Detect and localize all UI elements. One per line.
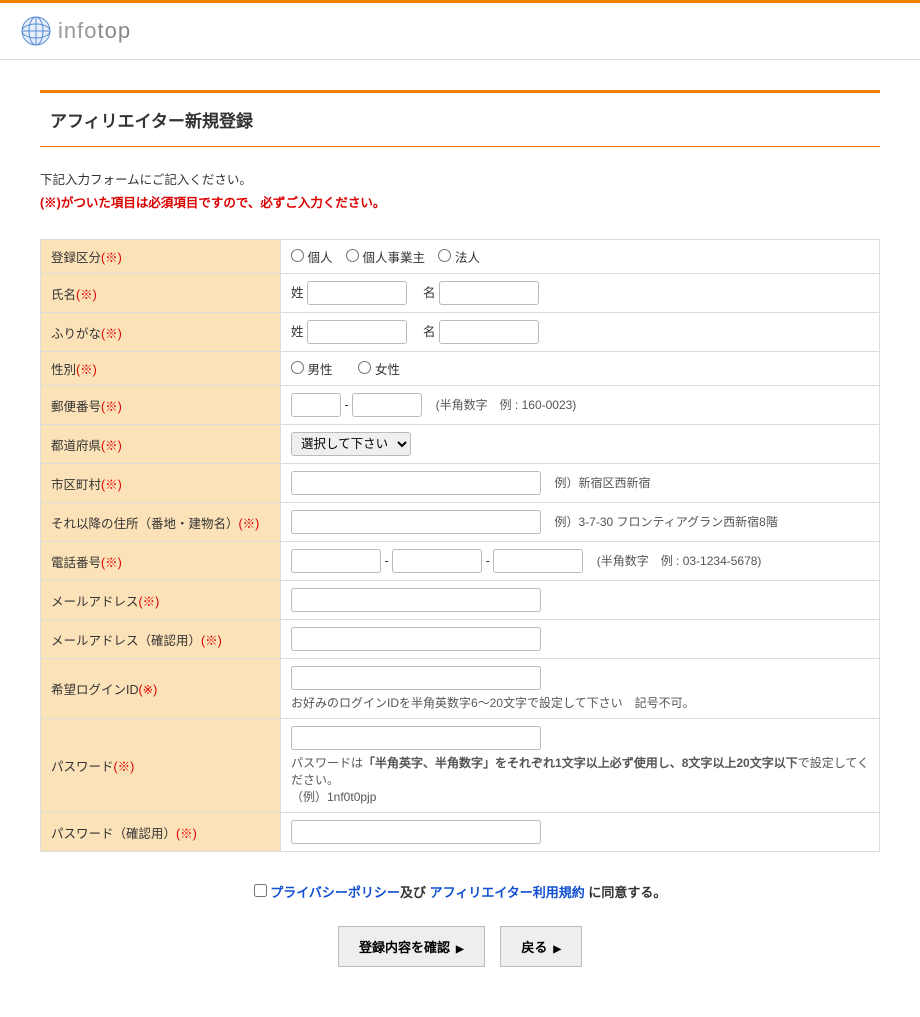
label-login-id: 希望ログインID(※): [41, 659, 281, 719]
globe-icon: [20, 15, 52, 47]
radio-sole-proprietor[interactable]: 個人事業主: [346, 251, 425, 265]
header: infotop: [0, 3, 920, 60]
label-furigana: ふりがな(※): [41, 313, 281, 352]
confirm-button[interactable]: 登録内容を確認▶: [338, 926, 485, 967]
radio-corporation[interactable]: 法人: [438, 251, 480, 265]
label-gender: 性別(※): [41, 352, 281, 386]
label-category: 登録区分(※): [41, 240, 281, 274]
lastname-kana-input[interactable]: [307, 320, 407, 344]
label-email: メールアドレス(※): [41, 581, 281, 620]
address-input[interactable]: [291, 510, 541, 534]
password-hint: パスワードは「半角英字、半角数字」をそれぞれ1文字以上必ず使用し、8文字以上20…: [291, 754, 869, 805]
label-postal: 郵便番号(※): [41, 386, 281, 425]
phone2-input[interactable]: [392, 549, 482, 573]
label-name: 氏名(※): [41, 274, 281, 313]
chevron-right-icon: ▶: [456, 944, 464, 955]
label-city: 市区町村(※): [41, 464, 281, 503]
chevron-right-icon: ▶: [553, 944, 561, 955]
password-input[interactable]: [291, 726, 541, 750]
phone3-input[interactable]: [493, 549, 583, 573]
privacy-policy-link[interactable]: プライバシーポリシー: [270, 885, 400, 900]
phone1-input[interactable]: [291, 549, 381, 573]
agreement-checkbox[interactable]: [254, 884, 267, 897]
address-hint: 例）3-7-30 フロンティアグラン西新宿8階: [554, 515, 777, 529]
intro-text: 下記入力フォームにご記入ください。: [40, 169, 880, 188]
main-container: アフィリエイター新規登録 下記入力フォームにご記入ください。 (※)がついた項目…: [20, 60, 900, 1017]
firstname-input[interactable]: [439, 281, 539, 305]
label-phone: 電話番号(※): [41, 542, 281, 581]
label-address: それ以降の住所（番地・建物名）(※): [41, 503, 281, 542]
category-radios: 個人 個人事業主 法人: [291, 251, 490, 265]
email-input[interactable]: [291, 588, 541, 612]
city-hint: 例）新宿区西新宿: [554, 476, 650, 490]
label-password-confirm: パスワード（確認用）(※): [41, 813, 281, 852]
firstname-kana-input[interactable]: [439, 320, 539, 344]
back-button[interactable]: 戻る▶: [500, 926, 582, 967]
radio-female[interactable]: 女性: [358, 363, 400, 377]
email-confirm-input[interactable]: [291, 627, 541, 651]
gender-radios: 男性 女性: [291, 363, 410, 377]
logo-text: infotop: [58, 18, 131, 44]
phone-hint: (半角数字 例 : 03-1234-5678): [597, 554, 762, 568]
radio-individual[interactable]: 個人: [291, 251, 333, 265]
postal1-input[interactable]: [291, 393, 341, 417]
postal2-input[interactable]: [352, 393, 422, 417]
lastname-input[interactable]: [307, 281, 407, 305]
label-password: パスワード(※): [41, 719, 281, 813]
terms-link[interactable]: アフィリエイター利用規約: [430, 885, 585, 900]
button-row: 登録内容を確認▶ 戻る▶: [40, 926, 880, 967]
radio-male[interactable]: 男性: [291, 363, 333, 377]
label-email-confirm: メールアドレス（確認用）(※): [41, 620, 281, 659]
login-id-hint: お好みのログインIDを半角英数字6〜20文字で設定して下さい 記号不可。: [291, 694, 869, 711]
postal-hint: (半角数字 例 : 160-0023): [436, 398, 577, 412]
logo: infotop: [20, 15, 900, 47]
city-input[interactable]: [291, 471, 541, 495]
login-id-input[interactable]: [291, 666, 541, 690]
label-pref: 都道府県(※): [41, 425, 281, 464]
title-bar: アフィリエイター新規登録: [40, 90, 880, 147]
intro-required: (※)がついた項目は必須項目ですので、必ずご入力ください。: [40, 192, 880, 211]
password-confirm-input[interactable]: [291, 820, 541, 844]
page-title: アフィリエイター新規登録: [50, 107, 870, 132]
agreement-row: プライバシーポリシー及び アフィリエイター利用規約 に同意する。: [40, 882, 880, 901]
prefecture-select[interactable]: 選択して下さい: [291, 432, 411, 456]
registration-form: 登録区分(※) 個人 個人事業主 法人 氏名(※) 姓 名 ふりがな(※) 姓 …: [40, 239, 880, 852]
